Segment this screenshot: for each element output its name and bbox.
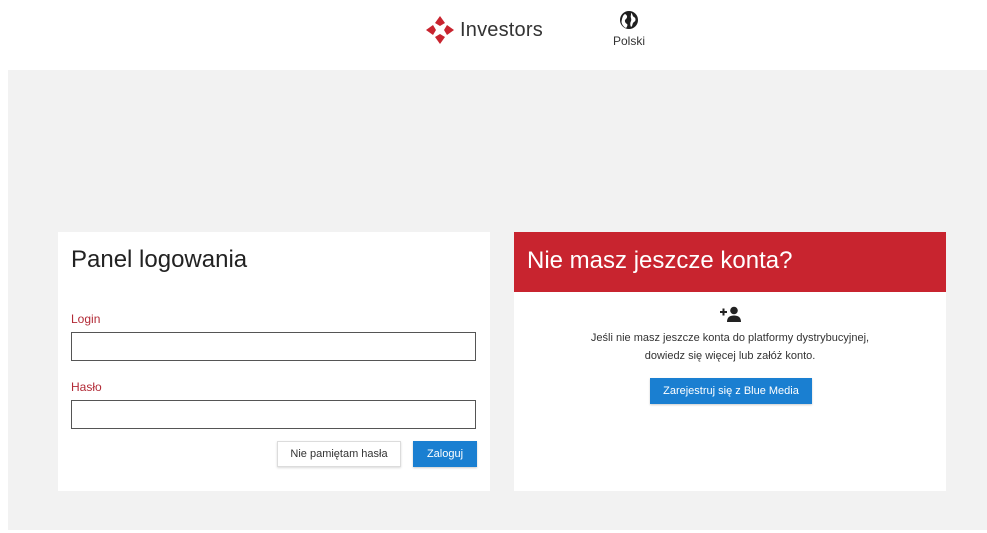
language-label: Polski xyxy=(612,34,645,48)
login-button[interactable]: Zaloguj xyxy=(413,441,477,467)
register-header: Nie masz jeszcze konta? xyxy=(514,232,946,292)
login-input[interactable] xyxy=(71,332,476,361)
globe-icon xyxy=(620,11,638,29)
login-label: Login xyxy=(71,312,101,326)
forgot-password-button[interactable]: Nie pamiętam hasła xyxy=(277,441,401,467)
brand-name: Investors xyxy=(460,18,543,41)
login-panel: Panel logowania Login Hasło Nie pamiętam… xyxy=(58,232,490,491)
add-user-icon xyxy=(720,306,741,322)
register-title: Nie masz jeszcze konta? xyxy=(527,247,793,274)
login-panel-title: Panel logowania xyxy=(71,246,248,273)
register-blue-media-button[interactable]: Zarejestruj się z Blue Media xyxy=(650,378,812,404)
register-text-line-2: dowiedz się więcej lub załóż konto. xyxy=(644,350,816,362)
investors-logo-icon xyxy=(426,16,454,44)
brand-logo[interactable]: Investors xyxy=(424,14,543,46)
register-text-line-1: Jeśli nie masz jeszcze konta do platform… xyxy=(590,332,870,344)
language-selector[interactable]: Polski xyxy=(604,10,654,48)
password-input[interactable] xyxy=(71,400,476,429)
password-label: Hasło xyxy=(71,380,102,394)
main-area: Panel logowania Login Hasło Nie pamiętam… xyxy=(8,70,987,530)
register-panel: Nie masz jeszcze konta? Jeśli nie masz j… xyxy=(514,232,946,491)
header: Investors Polski xyxy=(0,0,987,70)
